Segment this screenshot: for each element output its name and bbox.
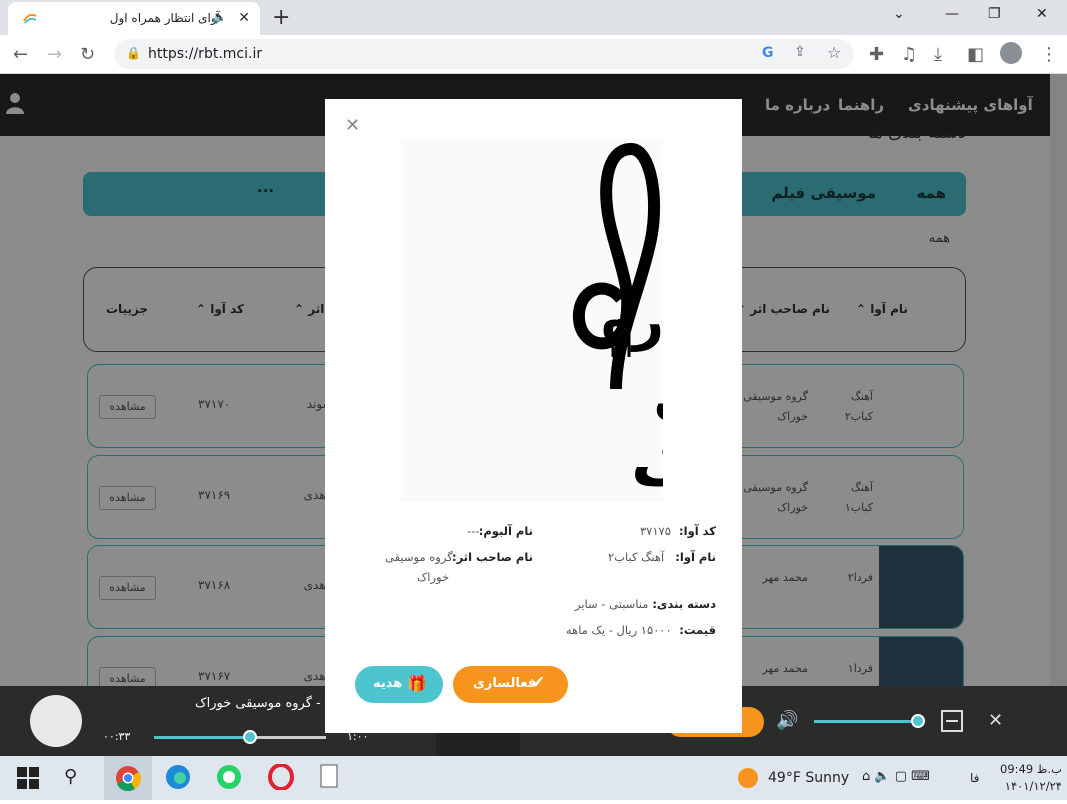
speaker-icon: 🔈 xyxy=(212,10,227,24)
taskbar-chrome[interactable] xyxy=(104,756,152,800)
volume-handle[interactable] xyxy=(911,714,925,728)
system-tray-icons[interactable]: ⌂ 🔈 ▢ ⌨ xyxy=(862,769,930,784)
player-track-thumb xyxy=(436,730,520,756)
url-text: https://rbt.mci.ir xyxy=(148,46,263,62)
taskbar-clock[interactable]: ب.ظ 09:49 ۱۴۰۱/۱۲/۲۴ xyxy=(1000,761,1062,795)
lock-icon: 🔒 xyxy=(126,46,141,60)
forward-icon[interactable]: → xyxy=(47,44,62,65)
player-cover xyxy=(30,695,82,747)
gift-label: هدیه xyxy=(373,676,403,691)
album-label: نام آلبوم: xyxy=(478,524,533,538)
tab-close-icon[interactable]: ✕ xyxy=(238,10,250,26)
minimize-player-icon[interactable] xyxy=(941,710,963,732)
extensions-icon[interactable]: ✚ xyxy=(869,44,884,65)
activate-label: فعالسازی xyxy=(473,676,537,691)
share-icon[interactable]: ⇪ xyxy=(794,44,806,60)
track-details-modal: ✕ جشنواره موسیقایی خوراک کد آوا: ۳۷۱۷۵ ن… xyxy=(325,99,960,733)
site-favicon-icon xyxy=(23,13,37,24)
browser-toolbar: ← → ↻ 🔒 https://rbt.mci.ir G ⇪ ☆ ✚ ♫ ⤓ ◧… xyxy=(0,35,1067,74)
google-translate-icon[interactable]: G xyxy=(762,45,774,61)
player-title: ب۲ - گروه موسیقی خوراک xyxy=(195,696,344,711)
windows-taskbar: ⚲ 49°F Sunny ⌂ 🔈 ▢ ⌨ فا ب.ظ 09:49 ۱۴۰۱/۱… xyxy=(0,756,1067,800)
taskbar-whatsapp[interactable] xyxy=(216,764,244,792)
logo-line-1: جشنواره xyxy=(601,289,663,352)
reload-icon[interactable]: ↻ xyxy=(80,44,95,65)
input-language[interactable]: فا xyxy=(970,771,979,785)
close-player-icon[interactable]: ✕ xyxy=(988,710,1003,731)
window-close-icon[interactable]: ✕ xyxy=(1036,6,1048,22)
back-icon[interactable]: ← xyxy=(13,44,28,65)
bookmark-star-icon[interactable]: ☆ xyxy=(827,43,841,62)
category-label: دسته بندی: xyxy=(652,597,716,611)
browser-tab-strip: آوای انتظار همراه اول 🔈 ✕ + ⌄ — ❐ ✕ xyxy=(0,0,1067,35)
tab-title: آوای انتظار همراه اول xyxy=(109,11,220,25)
gift-button[interactable]: 🎁 هدیه xyxy=(355,666,443,703)
code-label: کد آوا: xyxy=(679,524,716,538)
gift-icon: 🎁 xyxy=(407,674,427,693)
browser-tab[interactable]: آوای انتظار همراه اول 🔈 ✕ xyxy=(8,2,260,35)
search-icon[interactable]: ⚲ xyxy=(64,766,77,787)
price-label: قیمت: xyxy=(679,623,716,637)
owner-value-cont: خوراک xyxy=(417,570,450,584)
start-button[interactable] xyxy=(14,764,42,792)
logo-line-2: موسیقایی xyxy=(653,359,663,429)
modal-close-icon[interactable]: ✕ xyxy=(345,115,360,136)
category-value: مناسبتی - سایر xyxy=(575,597,649,611)
album-value: --- xyxy=(467,524,480,538)
seek-handle[interactable] xyxy=(243,730,258,744)
chrome-icon xyxy=(116,766,141,792)
seek-bar[interactable] xyxy=(154,730,326,744)
festival-logo: جشنواره موسیقایی خوراک xyxy=(401,139,960,502)
clock-time: ب.ظ 09:49 xyxy=(1000,762,1062,776)
taskbar-notepad[interactable] xyxy=(318,764,346,792)
name-label: نام آوا: xyxy=(675,550,716,564)
price-value: ۱۵۰۰۰ ریال - یک ماهه xyxy=(566,623,672,637)
owner-value: گروه موسیقی xyxy=(385,550,453,564)
activate-button[interactable]: ✔ فعالسازی xyxy=(453,666,568,703)
seek-progress xyxy=(154,736,251,739)
profile-avatar[interactable] xyxy=(1000,42,1022,64)
volume-slider[interactable] xyxy=(814,720,918,723)
tab-search-icon[interactable]: ⌄ xyxy=(893,6,905,22)
owner-label: نام صاحب اثر: xyxy=(452,550,533,564)
weather-sun-icon[interactable] xyxy=(738,768,758,788)
code-value: ۳۷۱۷۵ xyxy=(640,524,671,538)
restore-icon[interactable]: ❐ xyxy=(988,6,1001,22)
taskbar-edge[interactable] xyxy=(165,764,193,792)
minimize-icon[interactable]: — xyxy=(945,6,959,22)
side-panel-icon[interactable]: ◧ xyxy=(967,44,984,65)
menu-kebab-icon[interactable]: ⋮ xyxy=(1040,44,1058,65)
weather-text[interactable]: 49°F Sunny xyxy=(768,770,849,786)
name-value: آهنگ کباب۲ xyxy=(608,550,665,564)
new-tab-icon[interactable]: + xyxy=(272,5,290,30)
media-control-icon[interactable]: ♫ xyxy=(901,44,917,65)
address-bar[interactable]: 🔒 https://rbt.mci.ir G ⇪ ☆ xyxy=(114,39,854,69)
player-time-elapsed: ۰۰:۳۳ xyxy=(103,730,131,743)
taskbar-opera[interactable] xyxy=(268,763,296,792)
logo-line-3: خوراک xyxy=(631,426,663,500)
clock-date: ۱۴۰۱/۱۲/۲۴ xyxy=(1004,779,1062,793)
download-icon[interactable]: ⤓ xyxy=(934,44,942,65)
volume-icon[interactable]: 🔊 xyxy=(776,710,798,731)
